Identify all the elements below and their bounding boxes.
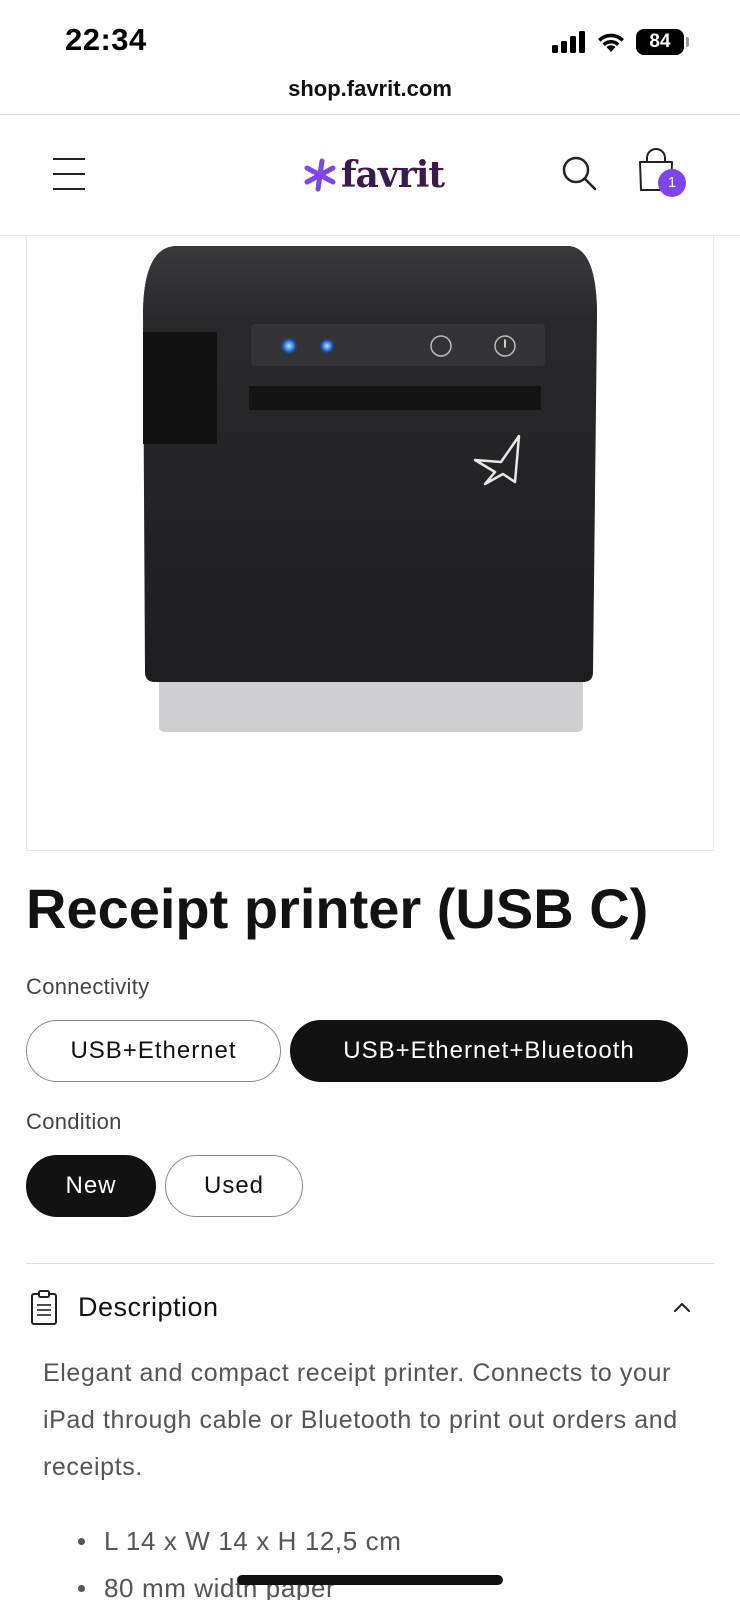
- connectivity-label: Connectivity: [26, 974, 150, 999]
- wifi-icon: [598, 33, 624, 52]
- description-title: Description: [78, 1292, 219, 1322]
- home-indicator[interactable]: [237, 1575, 503, 1585]
- cart-button[interactable]: 1: [636, 148, 688, 204]
- description-text: Elegant and compact receipt printer. Con…: [43, 1359, 678, 1481]
- cart-count-badge: 1: [658, 169, 686, 197]
- menu-icon: [53, 158, 85, 160]
- status-time: 22:34: [65, 22, 147, 57]
- condition-label: Condition: [26, 1109, 122, 1134]
- description-bullets: L 14 x W 14 x H 12,5 cm 80 mm width pape…: [76, 1518, 676, 1600]
- receipt-printer-image: [143, 246, 597, 732]
- product-title: Receipt printer (USB C): [26, 877, 649, 940]
- status-bar: 22:34 84: [0, 0, 740, 70]
- option-usb-ethernet-bluetooth[interactable]: USB+Ethernet+Bluetooth: [290, 1020, 688, 1082]
- signal-icon: [552, 31, 585, 53]
- product-image[interactable]: [26, 236, 714, 851]
- chevron-up-icon: [674, 1303, 690, 1312]
- option-used[interactable]: Used: [165, 1155, 303, 1217]
- clipboard-icon: [31, 1290, 57, 1325]
- url-bar[interactable]: shop.favrit.com: [0, 70, 740, 115]
- search-button[interactable]: [560, 154, 600, 194]
- asterisk-logo-icon: [304, 158, 336, 192]
- logo-text: favrit: [341, 154, 445, 196]
- description-toggle[interactable]: Description: [26, 1280, 714, 1336]
- battery-icon: 84: [636, 29, 689, 55]
- site-header: favrit 1: [0, 116, 740, 236]
- favrit-logo[interactable]: favrit: [303, 150, 445, 200]
- menu-button[interactable]: [50, 156, 88, 192]
- divider: [26, 1263, 714, 1264]
- list-item: L 14 x W 14 x H 12,5 cm: [76, 1518, 676, 1565]
- search-icon: [562, 156, 597, 191]
- option-new[interactable]: New: [26, 1155, 156, 1217]
- status-icons: 84: [552, 26, 689, 58]
- option-usb-ethernet[interactable]: USB+Ethernet: [26, 1020, 281, 1082]
